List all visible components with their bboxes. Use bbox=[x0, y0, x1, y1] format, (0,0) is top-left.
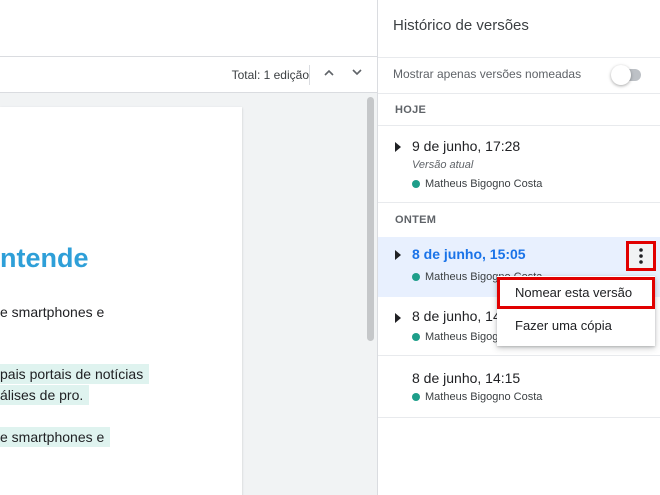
divider bbox=[378, 202, 660, 203]
author-color-dot bbox=[412, 393, 420, 401]
highlighted-text: e smartphones e bbox=[0, 427, 111, 447]
next-edit-button[interactable] bbox=[347, 65, 367, 85]
divider bbox=[378, 417, 660, 418]
previous-edit-button[interactable] bbox=[319, 65, 339, 85]
document-highlighted-line: álises de pro. bbox=[0, 385, 90, 405]
expand-arrow-icon[interactable] bbox=[395, 250, 401, 260]
chevron-down-icon bbox=[352, 69, 362, 76]
divider bbox=[378, 125, 660, 126]
toggle-knob bbox=[611, 65, 631, 85]
document-highlighted-line: e smartphones e bbox=[0, 427, 111, 447]
more-vertical-icon bbox=[639, 248, 643, 264]
more-actions-button[interactable] bbox=[626, 241, 656, 271]
version-date: 9 de junho, 17:28 bbox=[412, 138, 521, 154]
version-subtitle: Versão atual bbox=[412, 159, 474, 171]
highlighted-text: álises de pro. bbox=[0, 385, 90, 405]
version-author: Matheus Bigogno Costa bbox=[412, 391, 542, 403]
version-date: 8 de junho, 15:05 bbox=[412, 246, 526, 262]
make-a-copy-menu-item[interactable]: Fazer uma cópia bbox=[497, 310, 655, 342]
name-this-version-menu-item[interactable]: Nomear esta versão bbox=[497, 277, 655, 309]
version-item[interactable]: 9 de junho, 17:28 Versão atual Matheus B… bbox=[378, 129, 660, 198]
panel-title: Histórico de versões bbox=[393, 17, 529, 34]
document-highlighted-line: pais portais de notícias bbox=[0, 364, 150, 384]
top-bar bbox=[0, 0, 377, 57]
document-scrollbar[interactable] bbox=[367, 97, 374, 341]
divider bbox=[378, 93, 660, 94]
document-page: ntende e smartphones e pais portais de n… bbox=[0, 107, 242, 495]
version-history-screen: Total: 1 edição ntende e smartphones e p… bbox=[0, 0, 660, 495]
divider bbox=[378, 57, 660, 58]
expand-arrow-icon[interactable] bbox=[395, 313, 401, 323]
divider bbox=[309, 65, 310, 85]
document-heading: ntende bbox=[0, 243, 89, 273]
author-color-dot bbox=[412, 333, 420, 341]
named-versions-only-label: Mostrar apenas versões nomeadas bbox=[393, 67, 582, 81]
author-color-dot bbox=[412, 273, 420, 281]
version-author: Matheus Bigogno Costa bbox=[412, 178, 542, 190]
version-item[interactable]: 8 de junho, 14:15 Matheus Bigogno Costa bbox=[378, 361, 660, 416]
section-header-today: HOJE bbox=[395, 104, 427, 116]
chevron-up-icon bbox=[324, 69, 334, 76]
divider bbox=[378, 355, 660, 356]
version-context-menu: Nomear esta versão Fazer uma cópia bbox=[497, 276, 655, 346]
document-area: Total: 1 edição ntende e smartphones e p… bbox=[0, 0, 377, 495]
author-color-dot bbox=[412, 180, 420, 188]
version-date: 8 de junho, 14:15 bbox=[412, 370, 521, 386]
total-edits-label: Total: 1 edição bbox=[231, 68, 309, 82]
expand-arrow-icon[interactable] bbox=[395, 142, 401, 152]
highlighted-text: pais portais de notícias bbox=[0, 364, 150, 384]
version-history-panel: Histórico de versões Mostrar apenas vers… bbox=[377, 0, 660, 495]
document-text-line: e smartphones e bbox=[0, 304, 105, 320]
section-header-yesterday: ONTEM bbox=[395, 214, 437, 226]
edit-navigation-bar: Total: 1 edição bbox=[0, 57, 377, 93]
named-versions-only-toggle[interactable] bbox=[611, 65, 643, 85]
